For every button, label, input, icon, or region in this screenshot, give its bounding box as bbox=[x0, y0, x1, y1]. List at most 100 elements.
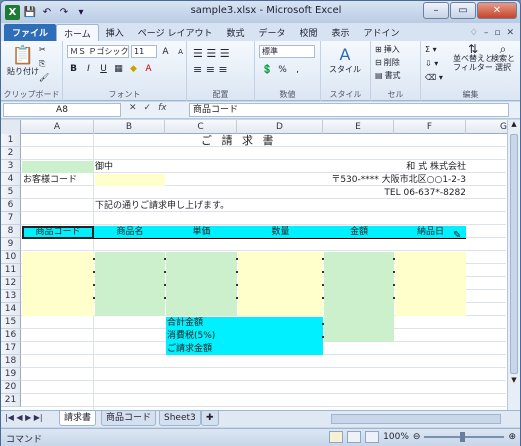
row-header[interactable]: 18 bbox=[1, 355, 21, 368]
underline-button[interactable]: U bbox=[97, 62, 110, 75]
save-icon[interactable]: 💾 bbox=[23, 5, 37, 19]
column-header-d[interactable]: D bbox=[237, 120, 323, 134]
tab-addins[interactable]: アドイン bbox=[357, 24, 407, 41]
tab-formulas[interactable]: 数式 bbox=[219, 24, 251, 41]
close-icon[interactable]: ✕ bbox=[506, 28, 514, 38]
cell-b6-notice[interactable]: 下記の通りご請求申し上げます。 bbox=[95, 200, 255, 213]
percent-button[interactable]: % bbox=[276, 63, 289, 76]
cell-c15-subtotal[interactable]: 合計金額 bbox=[167, 317, 247, 330]
tab-page-layout[interactable]: ページ レイアウト bbox=[131, 24, 220, 41]
border-icon[interactable]: ▦ bbox=[112, 62, 125, 75]
cell-c1-title[interactable]: ご 請 求 書 bbox=[201, 135, 311, 148]
zoom-slider-thumb[interactable] bbox=[460, 432, 466, 442]
zoom-level[interactable]: 100% bbox=[383, 432, 409, 442]
cell-c16-tax[interactable]: 消費税(5%) bbox=[167, 330, 247, 343]
scroll-down-icon[interactable]: ▼ bbox=[508, 376, 520, 388]
formula-input[interactable]: 商品コード bbox=[189, 103, 509, 117]
cell-a4-customer-label[interactable]: お客様コード bbox=[23, 174, 93, 187]
scroll-thumb[interactable] bbox=[510, 134, 518, 374]
cell-b3-onchuu[interactable]: 御中 bbox=[95, 161, 155, 174]
column-header-f[interactable]: F bbox=[394, 120, 466, 134]
bold-button[interactable]: B bbox=[67, 62, 80, 75]
paste-button[interactable]: 📋 貼り付け bbox=[7, 45, 39, 77]
row-header[interactable]: 7 bbox=[1, 212, 21, 225]
normal-view-icon[interactable] bbox=[329, 431, 344, 443]
row-header[interactable]: 12 bbox=[1, 277, 21, 290]
cell-b8-name-header[interactable]: 商品名 bbox=[95, 226, 165, 239]
cell-a8-code-header[interactable]: 商品コード bbox=[22, 226, 94, 239]
cancel-icon[interactable]: ✕ bbox=[129, 103, 137, 113]
tab-data[interactable]: データ bbox=[251, 24, 292, 41]
minimize-ribbon-icon[interactable]: – bbox=[484, 28, 489, 38]
redo-icon[interactable]: ↷ bbox=[57, 5, 71, 19]
column-header-a[interactable]: A bbox=[21, 120, 94, 134]
excel-logo-icon[interactable]: X bbox=[5, 4, 20, 20]
tab-insert[interactable]: 挿入 bbox=[99, 24, 131, 41]
fill-icon[interactable]: ⇩ ▾ bbox=[425, 59, 438, 68]
column-header-c[interactable]: C bbox=[165, 120, 237, 134]
horizontal-scrollbar[interactable] bbox=[331, 414, 501, 424]
cell-e8-amount-header[interactable]: 金額 bbox=[324, 226, 394, 239]
comma-button[interactable]: , bbox=[291, 63, 304, 76]
cut-icon[interactable]: ✂ bbox=[39, 45, 46, 54]
row-header[interactable]: 11 bbox=[1, 264, 21, 277]
sort-filter-button[interactable]: ⇅ 並べ替えと フィルター bbox=[453, 43, 493, 72]
zoom-out-icon[interactable]: ⊖ bbox=[413, 432, 421, 442]
format-cells-button[interactable]: ▤ 書式 bbox=[375, 70, 401, 81]
page-break-view-icon[interactable] bbox=[365, 431, 380, 443]
row-header[interactable]: 4 bbox=[1, 173, 21, 186]
font-size-select[interactable]: 11 bbox=[131, 45, 157, 58]
row-header[interactable]: 17 bbox=[1, 342, 21, 355]
tab-home[interactable]: ホーム bbox=[56, 24, 99, 41]
row-header[interactable]: 10 bbox=[1, 251, 21, 264]
currency-icon[interactable]: 💲 bbox=[261, 63, 274, 76]
font-color-icon[interactable]: A bbox=[142, 62, 155, 75]
customize-icon[interactable]: ▾ bbox=[74, 5, 88, 19]
row-header[interactable]: 8 bbox=[1, 225, 21, 238]
align-horizontal-icons[interactable]: ≡ ≡ ≡ bbox=[193, 63, 228, 76]
select-all-corner[interactable] bbox=[1, 120, 21, 134]
italic-button[interactable]: I bbox=[82, 62, 95, 75]
scroll-up-icon[interactable]: ▲ bbox=[508, 120, 520, 132]
undo-icon[interactable]: ↶ bbox=[40, 5, 54, 19]
tab-file[interactable]: ファイル bbox=[4, 24, 57, 41]
row-header[interactable]: 14 bbox=[1, 303, 21, 316]
sheet-tab-invoice[interactable]: 請求書 bbox=[59, 411, 97, 426]
copy-icon[interactable]: ⎘ bbox=[39, 59, 45, 69]
format-painter-icon[interactable]: 🖌 bbox=[39, 73, 49, 82]
cell-f5-tel[interactable]: TEL 06-637*-8282 bbox=[366, 187, 466, 200]
close-button[interactable]: ✕ bbox=[477, 2, 517, 19]
zoom-slider[interactable] bbox=[424, 432, 505, 442]
maximize-button[interactable]: ▭ bbox=[450, 2, 476, 19]
row-header[interactable]: 15 bbox=[1, 316, 21, 329]
fill-color-icon[interactable]: ◆ bbox=[127, 62, 140, 75]
row-header[interactable]: 3 bbox=[1, 160, 21, 173]
minimize-button[interactable]: – bbox=[423, 2, 449, 19]
column-header-b[interactable]: B bbox=[94, 120, 165, 134]
cell-c17-total[interactable]: ご請求金額 bbox=[167, 343, 247, 356]
insert-function-button[interactable]: fx bbox=[158, 103, 167, 113]
autosum-icon[interactable]: Σ ▾ bbox=[425, 45, 437, 54]
page-layout-view-icon[interactable] bbox=[347, 431, 362, 443]
clear-icon[interactable]: ⌫ ▾ bbox=[425, 73, 443, 82]
enter-icon[interactable]: ✓ bbox=[144, 103, 152, 113]
sheet-nav-icons[interactable]: |◀ ◀ ▶ ▶| bbox=[5, 413, 43, 422]
styles-button[interactable]: A スタイル bbox=[329, 45, 361, 75]
name-box[interactable]: A8 bbox=[3, 103, 121, 117]
row-header[interactable]: 9 bbox=[1, 238, 21, 251]
worksheet-grid[interactable]: A B C D E F G 1 2 3 4 5 6 7 8 9 10 11 12… bbox=[1, 120, 520, 410]
vertical-scrollbar[interactable]: ▲ ▼ bbox=[507, 120, 520, 410]
insert-sheet-icon[interactable]: ✚ bbox=[201, 411, 219, 426]
cell-f4-address[interactable]: 〒530-**** 大阪市北区○○1-2-3 bbox=[291, 174, 466, 187]
cell-c8-price-header[interactable]: 単価 bbox=[166, 226, 237, 239]
help-icon[interactable]: ♢ bbox=[470, 28, 478, 38]
row-header[interactable]: 16 bbox=[1, 329, 21, 342]
sheet-tab-sheet3[interactable]: Sheet3 bbox=[159, 411, 201, 426]
row-header[interactable]: 13 bbox=[1, 290, 21, 303]
shrink-font-icon[interactable]: A bbox=[174, 45, 187, 58]
insert-cells-button[interactable]: ⊞ 挿入 bbox=[375, 44, 400, 55]
row-header[interactable]: 6 bbox=[1, 199, 21, 212]
find-select-button[interactable]: ⌕ 検索と 選択 bbox=[491, 43, 515, 72]
row-header[interactable]: 5 bbox=[1, 186, 21, 199]
delete-cells-button[interactable]: ⊟ 削除 bbox=[375, 57, 400, 68]
